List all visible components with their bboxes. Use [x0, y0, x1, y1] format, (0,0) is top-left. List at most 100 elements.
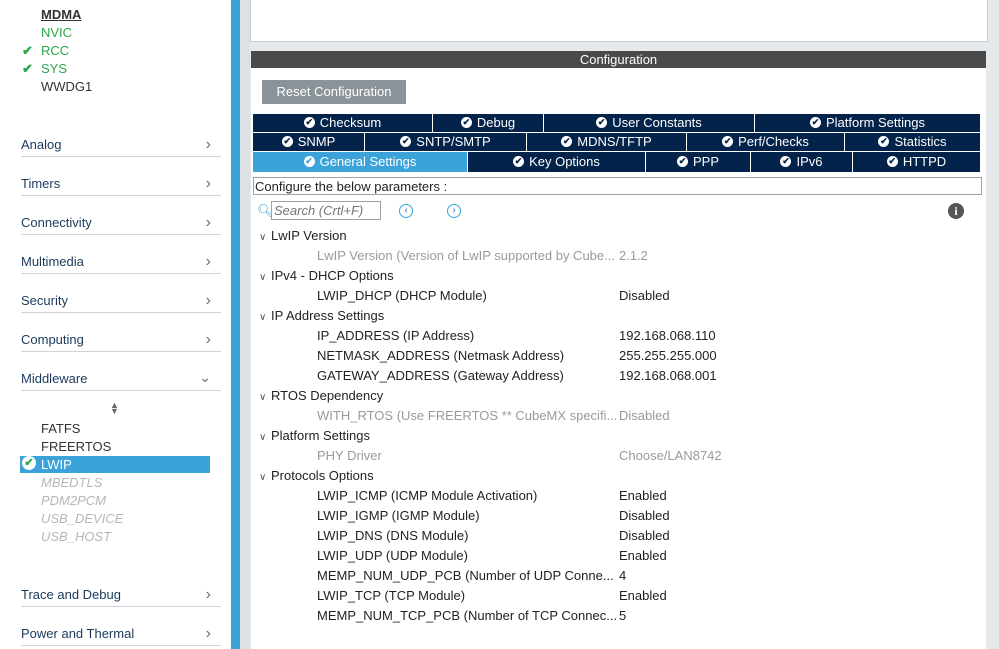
- param-name[interactable]: LWIP_ICMP (ICMP Module Activation): [317, 488, 537, 503]
- category-label: Analog: [21, 137, 62, 152]
- param-name[interactable]: WITH_RTOS (Use FREERTOS ** CubeMX specif…: [317, 408, 617, 423]
- tab-general-settings[interactable]: ✔ General Settings: [253, 152, 468, 172]
- sort-icon[interactable]: ▲ ▼: [110, 401, 119, 416]
- category-label: Middleware: [21, 371, 88, 386]
- tab-label: IPv6: [796, 154, 823, 169]
- param-name[interactable]: LwIP Version (Version of LwIP supported …: [317, 248, 615, 263]
- param-value[interactable]: 2.1.2: [619, 248, 648, 263]
- middleware-item-mbedtls[interactable]: MBEDTLS: [41, 475, 102, 490]
- param-value[interactable]: Disabled: [619, 528, 670, 543]
- group-platform-settings[interactable]: ∨ Platform Settings: [259, 428, 370, 443]
- group-rtos-dependency[interactable]: ∨ RTOS Dependency: [259, 388, 383, 403]
- param-name[interactable]: MEMP_NUM_UDP_PCB (Number of UDP Conne...: [317, 568, 614, 583]
- tab-statistics[interactable]: ✔ Statistics: [845, 133, 981, 151]
- category-computing[interactable]: Computing ›: [21, 313, 221, 352]
- category-analog[interactable]: Analog ›: [21, 118, 221, 157]
- check-icon: ✔: [22, 43, 33, 58]
- tab-platform-settings[interactable]: ✔ Platform Settings: [755, 114, 981, 132]
- param-value[interactable]: Disabled: [619, 408, 670, 423]
- group-ipv4-dhcp-options[interactable]: ∨ IPv4 - DHCP Options: [259, 268, 394, 283]
- previous-icon[interactable]: ‹: [399, 204, 413, 218]
- chevron-down-icon: ∨: [259, 312, 267, 323]
- group-lwip-version[interactable]: ∨ LwIP Version: [259, 228, 347, 243]
- middleware-item-lwip[interactable]: ✔ LWIP: [20, 456, 210, 473]
- group-title: IP Address Settings: [271, 308, 385, 323]
- param-value[interactable]: Disabled: [619, 288, 670, 303]
- middleware-item-usb-device[interactable]: USB_DEVICE: [41, 511, 123, 526]
- chevron-right-icon: ›: [205, 214, 211, 231]
- system-item-sys[interactable]: SYS: [41, 61, 67, 76]
- left-panel: MDMA NVIC ✔ RCC ✔ SYS WWDG1 Analog › Tim…: [0, 0, 230, 649]
- chevron-right-icon: ›: [205, 136, 211, 153]
- param-name[interactable]: LWIP_TCP (TCP Module): [317, 588, 465, 603]
- param-name[interactable]: LWIP_DNS (DNS Module): [317, 528, 468, 543]
- category-power-and-thermal[interactable]: Power and Thermal ›: [21, 607, 221, 646]
- param-value[interactable]: Disabled: [619, 508, 670, 523]
- param-value[interactable]: 5: [619, 608, 626, 623]
- param-name[interactable]: PHY Driver: [317, 448, 382, 463]
- tab-label: SNTP/SMTP: [416, 134, 491, 149]
- param-name[interactable]: IP_ADDRESS (IP Address): [317, 328, 474, 343]
- param-value[interactable]: Enabled: [619, 548, 667, 563]
- param-value[interactable]: 192.168.068.001: [619, 368, 717, 383]
- panel-splitter[interactable]: [231, 0, 240, 649]
- tab-snmp[interactable]: ✔ SNMP: [253, 133, 365, 151]
- tab-ppp[interactable]: ✔ PPP: [646, 152, 751, 172]
- category-security[interactable]: Security ›: [21, 274, 221, 313]
- reset-configuration-button[interactable]: Reset Configuration: [262, 80, 406, 104]
- system-item-mdma[interactable]: MDMA: [41, 7, 81, 22]
- check-circle-icon: ✔: [513, 156, 525, 168]
- middleware-item-pdm2pcm[interactable]: PDM2PCM: [41, 493, 106, 508]
- tab-perf-checks[interactable]: ✔ Perf/Checks: [687, 133, 845, 151]
- param-value[interactable]: 192.168.068.110: [619, 328, 716, 343]
- chevron-down-icon: ∨: [259, 272, 267, 283]
- tab-sntp-smtp[interactable]: ✔ SNTP/SMTP: [365, 133, 527, 151]
- middleware-item-usb-host[interactable]: USB_HOST: [41, 529, 111, 544]
- param-name[interactable]: GATEWAY_ADDRESS (Gateway Address): [317, 368, 564, 383]
- tab-key-options[interactable]: ✔ Key Options: [468, 152, 646, 172]
- middleware-item-fatfs[interactable]: FATFS: [41, 421, 80, 436]
- tab-user-constants[interactable]: ✔ User Constants: [544, 114, 755, 132]
- param-name[interactable]: MEMP_NUM_TCP_PCB (Number of TCP Connec..…: [317, 608, 617, 623]
- param-name[interactable]: LWIP_UDP (UDP Module): [317, 548, 468, 563]
- info-icon[interactable]: i: [948, 203, 964, 219]
- tab-label: General Settings: [319, 154, 417, 169]
- tab-debug[interactable]: ✔ Debug: [433, 114, 544, 132]
- category-connectivity[interactable]: Connectivity ›: [21, 196, 221, 235]
- category-timers[interactable]: Timers ›: [21, 157, 221, 196]
- param-name[interactable]: LWIP_IGMP (IGMP Module): [317, 508, 480, 523]
- system-item-rcc[interactable]: RCC: [41, 43, 69, 58]
- system-item-nvic[interactable]: NVIC: [41, 25, 72, 40]
- category-middleware[interactable]: Middleware ⌄: [21, 352, 221, 391]
- category-trace-and-debug[interactable]: Trace and Debug ›: [21, 568, 221, 607]
- param-name[interactable]: NETMASK_ADDRESS (Netmask Address): [317, 348, 564, 363]
- check-circle-icon: ✔: [561, 136, 573, 148]
- mode-panel: [250, 0, 988, 42]
- tab-ipv6[interactable]: ✔ IPv6: [751, 152, 853, 172]
- param-value[interactable]: 4: [619, 568, 626, 583]
- tab-mdns-tftp[interactable]: ✔ MDNS/TFTP: [527, 133, 687, 151]
- check-circle-icon: ✔: [596, 117, 608, 129]
- param-name[interactable]: LWIP_DHCP (DHCP Module): [317, 288, 487, 303]
- param-value[interactable]: Choose/LAN8742: [619, 448, 722, 463]
- tab-label: Debug: [476, 115, 516, 130]
- check-circle-icon: ✔: [460, 117, 472, 129]
- system-item-wwdg1[interactable]: WWDG1: [41, 79, 92, 94]
- middleware-item-freertos[interactable]: FREERTOS: [41, 439, 111, 454]
- group-protocols-options[interactable]: ∨ Protocols Options: [259, 468, 374, 483]
- param-value[interactable]: Enabled: [619, 488, 667, 503]
- check-circle-icon: ✔: [810, 117, 821, 129]
- tab-httpd[interactable]: ✔ HTTPD: [853, 152, 981, 172]
- group-ip-address-settings[interactable]: ∨ IP Address Settings: [259, 308, 384, 323]
- search-input[interactable]: [271, 201, 381, 220]
- chevron-down-icon: ∨: [259, 432, 267, 443]
- param-value[interactable]: 255.255.255.000: [619, 348, 717, 363]
- category-label: Multimedia: [21, 254, 84, 269]
- chevron-right-icon: ›: [205, 331, 211, 348]
- next-icon[interactable]: ›: [447, 204, 461, 218]
- tab-checksum[interactable]: ✔ Checksum: [253, 114, 433, 132]
- group-title: Protocols Options: [271, 468, 374, 483]
- check-circle-icon: ✔: [780, 156, 792, 168]
- category-multimedia[interactable]: Multimedia ›: [21, 235, 221, 274]
- param-value[interactable]: Enabled: [619, 588, 667, 603]
